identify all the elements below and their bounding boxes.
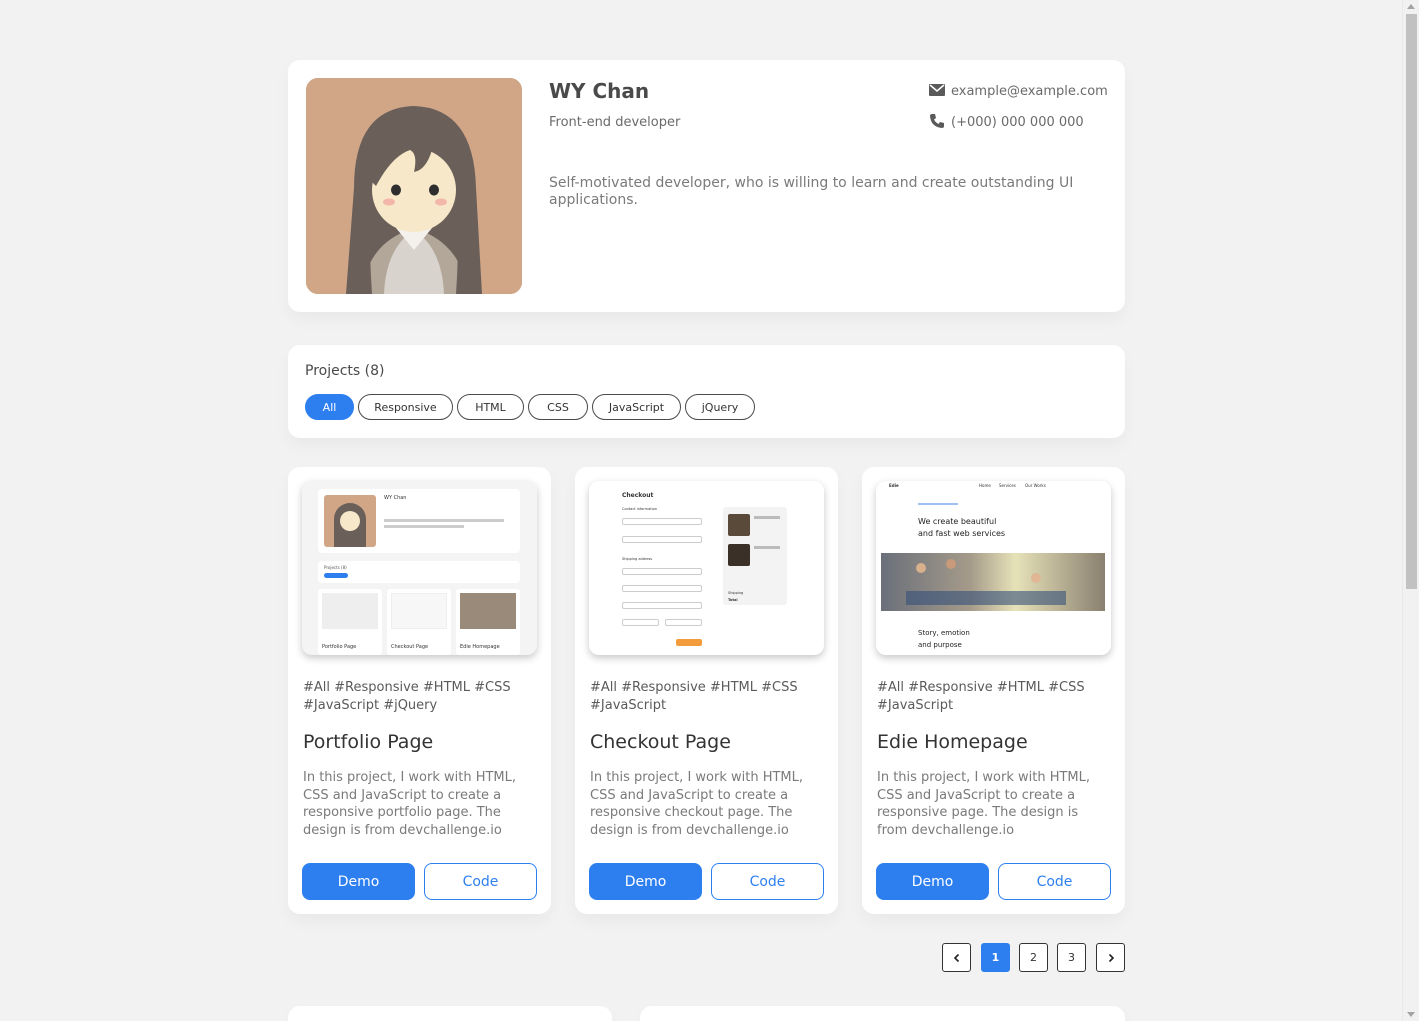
thumb-subtitle: Story, emotion and purpose — [918, 627, 970, 651]
thumb-headline: We create beautiful and fast web service… — [918, 516, 1005, 540]
thumb-sub-2: and purpose — [918, 641, 962, 649]
chevron-right-icon — [1108, 953, 1114, 962]
thumb-sub-1: Story, emotion — [918, 629, 970, 637]
project-card-portfolio: WY Chan Projects (8) Portfolio Page Chec… — [288, 467, 551, 914]
project-tags: #All #Responsive #HTML #CSS #JavaScript … — [303, 680, 511, 713]
thumb-heading: Checkout — [622, 492, 654, 499]
avatar — [306, 78, 522, 294]
thumb-ship-label: Shipping — [728, 591, 744, 595]
thumb-total-label: Total — [728, 598, 738, 602]
thumb-label-2: Checkout Page — [391, 644, 429, 650]
project-description: In this project, I work with HTML, CSS a… — [303, 770, 517, 838]
project-thumbnail[interactable]: WY Chan Projects (8) Portfolio Page Chec… — [302, 481, 537, 655]
thumb-projects: Projects (8) — [324, 565, 347, 570]
avatar-illustration — [306, 78, 522, 294]
email-text: example@example.com — [951, 84, 1108, 99]
code-button[interactable]: Code — [711, 863, 824, 900]
thumb-name: WY Chan — [384, 495, 407, 501]
pagination-prev[interactable] — [942, 943, 971, 972]
project-title: Checkout Page — [590, 731, 731, 753]
filter-html[interactable]: HTML — [457, 394, 524, 420]
project-thumbnail[interactable]: Edie Home Services Our Works We create b… — [876, 481, 1111, 655]
filter-all[interactable]: All — [305, 394, 354, 420]
thumb-brand: Edie — [889, 483, 899, 488]
filter-javascript[interactable]: JavaScript — [592, 394, 681, 420]
thumb-nav-2: Services — [999, 483, 1016, 488]
project-description: In this project, I work with HTML, CSS a… — [877, 770, 1091, 838]
thumb-nav-1: Home — [979, 483, 991, 488]
profile-name: WY Chan — [549, 79, 650, 103]
mail-icon — [929, 83, 945, 96]
filter-responsive[interactable]: Responsive — [358, 394, 453, 420]
thumb-shipping: Shipping address — [622, 557, 653, 561]
code-button[interactable]: Code — [998, 863, 1111, 900]
scroll-down-icon[interactable] — [1407, 1012, 1415, 1017]
demo-button[interactable]: Demo — [302, 863, 415, 900]
pagination-page-2[interactable]: 2 — [1019, 943, 1048, 972]
demo-button[interactable]: Demo — [589, 863, 702, 900]
project-description: In this project, I work with HTML, CSS a… — [590, 770, 804, 838]
profile-card: WY Chan Front-end developer example@exam… — [288, 60, 1125, 312]
scroll-up-icon[interactable] — [1407, 4, 1415, 9]
filter-jquery[interactable]: jQuery — [685, 394, 755, 420]
project-title: Portfolio Page — [303, 731, 434, 753]
projects-heading-label: Projects — [305, 363, 361, 379]
pagination-next[interactable] — [1096, 943, 1125, 972]
project-tags: #All #Responsive #HTML #CSS #JavaScript — [590, 680, 798, 713]
projects-heading: Projects (8) — [305, 363, 385, 379]
thumb-headline-2: and fast web services — [918, 529, 1006, 538]
phone-text: (+000) 000 000 000 — [951, 115, 1084, 130]
project-card-edie: Edie Home Services Our Works We create b… — [862, 467, 1125, 914]
next-section-card-left — [288, 1006, 612, 1021]
scrollbar-thumb[interactable] — [1406, 14, 1417, 589]
page-scrollbar[interactable] — [1402, 0, 1419, 1021]
thumb-headline-1: We create beautiful — [918, 517, 997, 526]
project-tags: #All #Responsive #HTML #CSS #JavaScript — [877, 680, 1085, 713]
demo-button[interactable]: Demo — [876, 863, 989, 900]
thumb-label-3: Edie Homepage — [460, 644, 500, 650]
profile-bio: Self-motivated developer, who is willing… — [549, 175, 1074, 208]
thumb-contact: Contact information — [622, 507, 657, 511]
chevron-left-icon — [953, 953, 959, 962]
phone-contact[interactable]: (+000) 000 000 000 — [929, 111, 1084, 130]
project-thumbnail[interactable]: Checkout Contact information Shipping ad… — [589, 481, 824, 655]
filter-pills: All Responsive HTML CSS JavaScript jQuer… — [305, 394, 755, 420]
email-contact[interactable]: example@example.com — [929, 80, 1108, 99]
code-button[interactable]: Code — [424, 863, 537, 900]
thumb-label-1: Portfolio Page — [322, 644, 357, 650]
filter-css[interactable]: CSS — [528, 394, 588, 420]
project-card-checkout: Checkout Contact information Shipping ad… — [575, 467, 838, 914]
thumb-nav-3: Our Works — [1025, 483, 1046, 488]
next-section-card-right — [640, 1006, 1125, 1021]
phone-icon — [930, 113, 944, 128]
pagination-page-3[interactable]: 3 — [1057, 943, 1086, 972]
project-title: Edie Homepage — [877, 731, 1028, 753]
projects-filter-card: Projects (8) All Responsive HTML CSS Jav… — [288, 345, 1125, 438]
pagination-page-1[interactable]: 1 — [981, 943, 1010, 972]
projects-count: (8) — [364, 363, 385, 379]
profile-role: Front-end developer — [549, 115, 681, 130]
